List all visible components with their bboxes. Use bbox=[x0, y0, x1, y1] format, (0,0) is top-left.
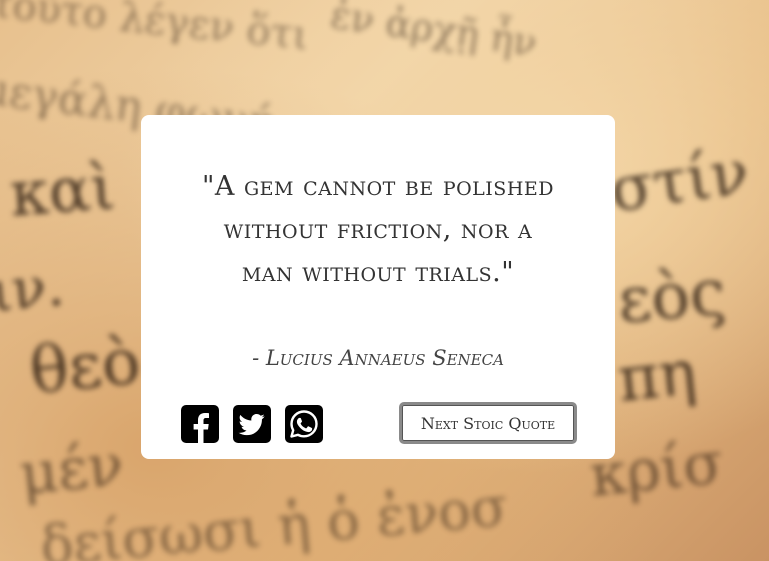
background-glyphs: στίν bbox=[605, 134, 753, 227]
twitter-icon bbox=[238, 413, 265, 436]
quote-card: "A gem cannot be polished without fricti… bbox=[141, 115, 615, 459]
quote-author: - Lucius Annaeus Seneca bbox=[252, 346, 504, 370]
whatsapp-icon bbox=[290, 410, 318, 438]
background-glyphs: ἐν ἀρχῇ ἦν bbox=[327, 0, 540, 66]
background-glyphs: καὶ bbox=[7, 150, 118, 231]
background-glyphs: τοῦτο λέγεν ὅτι bbox=[0, 0, 311, 60]
twitter-share-button[interactable] bbox=[233, 405, 271, 443]
background-glyphs: μέν bbox=[16, 429, 127, 509]
facebook-icon bbox=[193, 413, 209, 443]
background-glyphs: θεὸ bbox=[26, 324, 144, 410]
background-glyphs: πη bbox=[614, 335, 700, 416]
quote-text: "A gem cannot be polished without fricti… bbox=[201, 171, 554, 288]
next-quote-button[interactable]: Next Stoic Quote bbox=[399, 402, 577, 444]
facebook-share-button[interactable] bbox=[181, 405, 219, 443]
whatsapp-share-button[interactable] bbox=[285, 405, 323, 443]
share-buttons bbox=[181, 405, 323, 443]
background-glyphs: ιν. bbox=[0, 253, 67, 326]
background-glyphs: εὸς bbox=[614, 255, 729, 339]
